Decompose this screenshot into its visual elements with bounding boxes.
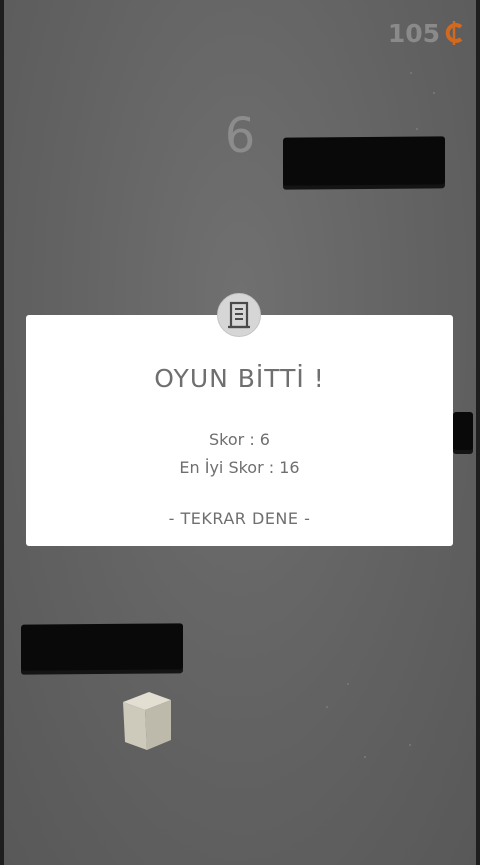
game-stage[interactable]: 105 6 OYUN BİTTİ ! Skor: 6 En İyi Skor … <box>0 0 480 865</box>
coin-counter: 105 <box>388 18 466 48</box>
dust-particle <box>416 128 418 130</box>
platform-block <box>283 136 445 186</box>
right-wall <box>476 0 480 865</box>
current-score: 6 <box>224 108 256 164</box>
dust-particle <box>347 683 349 685</box>
dust-particle <box>326 706 328 708</box>
game-over-title: OYUN BİTTİ ! <box>154 364 325 393</box>
leaderboard-icon[interactable] <box>217 293 261 337</box>
dust-particle <box>364 756 366 758</box>
dust-particle <box>409 744 411 746</box>
game-over-dialog: OYUN BİTTİ ! Skor : 6 En İyi Skor : 16 -… <box>26 293 453 546</box>
dust-particle <box>433 92 435 94</box>
best-score-result: En İyi Skor : 16 <box>179 458 300 477</box>
dust-particle <box>410 72 412 74</box>
player-cube <box>121 690 173 752</box>
coin-count: 105 <box>387 18 440 48</box>
score-result: Skor : 6 <box>209 430 270 449</box>
retry-button[interactable]: - TEKRAR DENE - <box>126 509 353 528</box>
coin-icon <box>444 18 466 48</box>
left-wall <box>0 0 4 865</box>
platform-block <box>21 623 183 671</box>
platform-block <box>453 412 473 450</box>
